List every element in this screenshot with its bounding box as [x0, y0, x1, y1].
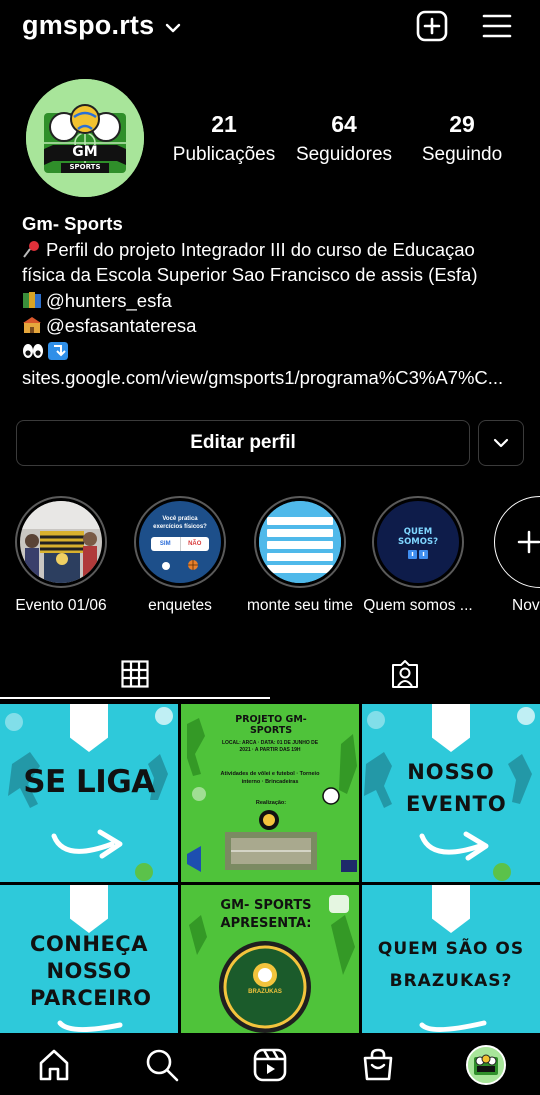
quem-somos-cover-text: QUEM SOMOS?: [397, 527, 439, 547]
highlight-enquetes[interactable]: Você pratica exercícios físicos? SIM NÃO…: [125, 496, 235, 615]
tab-tagged[interactable]: [270, 648, 540, 700]
basketball-icon: [188, 560, 198, 570]
post-headline: NOSSO EVENTO: [406, 760, 507, 816]
post-tile-quem-sao-brazukas[interactable]: QUEM SÃO OS BRAZUKAS?: [362, 885, 540, 1033]
school-icon: [23, 317, 41, 334]
post-headline: GM- SPORTS APRESENTA:: [220, 898, 312, 931]
profile-bio: Gm- Sports Perfil do projeto Integrador …: [22, 211, 532, 390]
posts-label: Publicações: [172, 144, 276, 165]
post-tile-project-event[interactable]: PROJETO GM-SPORTS LOCAL: ARCA · DATA: 01…: [181, 704, 359, 882]
home-icon[interactable]: [36, 1047, 72, 1083]
avatar-subtext: SPORTS: [69, 163, 101, 171]
search-icon[interactable]: [144, 1047, 180, 1083]
post-tile-se-liga[interactable]: SE LIGA: [0, 704, 178, 882]
followers-count: 64: [331, 111, 357, 137]
avatar-text: GM: [72, 144, 98, 160]
books-icon: [23, 291, 41, 308]
highlight-label: Evento 01/06: [15, 597, 107, 614]
post-headline: QUEM SÃO OS BRAZUKAS?: [377, 939, 525, 991]
gm-sports-logo: [26, 79, 144, 197]
highlight-label: Novo: [512, 597, 540, 614]
poll-option-yes: SIM: [159, 541, 171, 547]
gm-sports-logo-small: [468, 1047, 504, 1083]
post-project-activities: Atividades de vôlei e futebol · Torneio …: [220, 771, 320, 785]
stat-followers[interactable]: 64 Seguidores: [279, 111, 409, 166]
tab-posts-grid[interactable]: [0, 648, 270, 700]
plus-square-icon[interactable]: [415, 9, 449, 43]
following-label: Seguindo: [421, 144, 503, 165]
bio-mention-esfa[interactable]: @esfasantateresa: [46, 315, 196, 336]
bio-line-5: [22, 339, 532, 365]
profile-avatar[interactable]: [466, 1045, 506, 1085]
highlight-cover-photo: [20, 501, 102, 583]
highlight-label: Quem somos ...: [363, 597, 473, 614]
posts-count: 21: [211, 111, 237, 137]
arrow-down-icon: [48, 341, 68, 360]
ball-icon: [162, 562, 170, 570]
profile-avatar[interactable]: GM SPORTS: [26, 79, 144, 197]
shop-icon[interactable]: [360, 1047, 396, 1083]
suggestions-dropdown-button[interactable]: [478, 420, 524, 466]
post-tile-brazukas-intro[interactable]: GM- SPORTS APRESENTA: BRAZUKAS: [181, 885, 359, 1033]
bio-mention-hunters[interactable]: @hunters_esfa: [46, 290, 172, 311]
highlight-label: enquetes: [148, 597, 212, 614]
bio-line-3: @hunters_esfa: [22, 288, 532, 314]
poll-question: Você pratica exercícios físicos?: [153, 516, 207, 530]
post-headline: SE LIGA: [23, 764, 155, 800]
poll-options: SIM NÃO: [151, 537, 209, 551]
bio-line-1: Perfil do projeto Integrador III do curs…: [22, 237, 532, 263]
post-project-details: LOCAL: ARCA · DATA: 01 DE JUNHO DE 2021 …: [221, 740, 319, 753]
highlight-monte-seu-time[interactable]: monte seu time: [245, 496, 355, 615]
chevron-down-icon[interactable]: [163, 18, 183, 38]
post-tile-parceiro[interactable]: CONHEÇA NOSSO PARCEIRO: [0, 885, 178, 1033]
grid-icon: [121, 660, 149, 688]
bottom-nav: [0, 1033, 540, 1095]
highlight-cover-quem-somos: QUEM SOMOS?: [377, 501, 459, 583]
highlight-ring: QUEM SOMOS?: [372, 496, 464, 588]
highlight-cover-poll: Você pratica exercícios físicos? SIM NÃO: [139, 501, 221, 583]
post-project-realizacao: Realização:: [255, 800, 287, 806]
highlight-new[interactable]: Novo: [485, 496, 540, 615]
stat-posts[interactable]: 21 Publicações: [159, 111, 289, 166]
menu-icon[interactable]: [480, 9, 514, 43]
question-marks-icon: [408, 550, 428, 559]
new-highlight-circle: [494, 496, 540, 588]
highlight-ring: [254, 496, 346, 588]
highlight-label: monte seu time: [247, 597, 353, 614]
stat-following[interactable]: 29 Seguindo: [397, 111, 527, 166]
bio-text-2: física da Escola Superior Sao Francisco …: [22, 264, 478, 286]
highlight-ring: [15, 496, 107, 588]
top-bar: gmspo.rts: [0, 0, 540, 56]
profile-name: Gm- Sports: [22, 213, 123, 234]
post-tile-nosso-evento[interactable]: NOSSO EVENTO: [362, 704, 540, 882]
bio-line-4: @esfasantateresa: [22, 313, 532, 339]
followers-label: Seguidores: [295, 144, 393, 165]
pushpin-icon: [23, 240, 39, 258]
highlight-evento[interactable]: Evento 01/06: [6, 496, 116, 615]
highlight-ring: Você pratica exercícios físicos? SIM NÃO: [134, 496, 226, 588]
edit-profile-button[interactable]: Editar perfil: [16, 420, 470, 466]
active-tab-indicator: [0, 697, 270, 699]
highlight-cover-form: [259, 501, 341, 583]
poll-option-no: NÃO: [179, 537, 210, 551]
bio-text-1: Perfil do projeto Integrador III do curs…: [46, 238, 475, 260]
post-badge-text: BRAZUKAS: [248, 989, 282, 995]
post-headline: CONHEÇA NOSSO PARCEIRO: [30, 932, 152, 1010]
plus-icon: [517, 530, 540, 554]
reels-icon[interactable]: [252, 1047, 288, 1083]
post-project-title: PROJETO GM-SPORTS: [235, 714, 307, 736]
tagged-icon: [392, 660, 418, 688]
account-username[interactable]: gmspo.rts: [22, 10, 154, 41]
chevron-down-icon: [493, 438, 509, 448]
following-count: 29: [449, 111, 475, 137]
bio-website-link[interactable]: sites.google.com/view/gmsports1/programa…: [22, 365, 532, 391]
eyes-icon: [23, 343, 43, 358]
highlight-quem-somos[interactable]: QUEM SOMOS? Quem somos ...: [363, 496, 473, 615]
